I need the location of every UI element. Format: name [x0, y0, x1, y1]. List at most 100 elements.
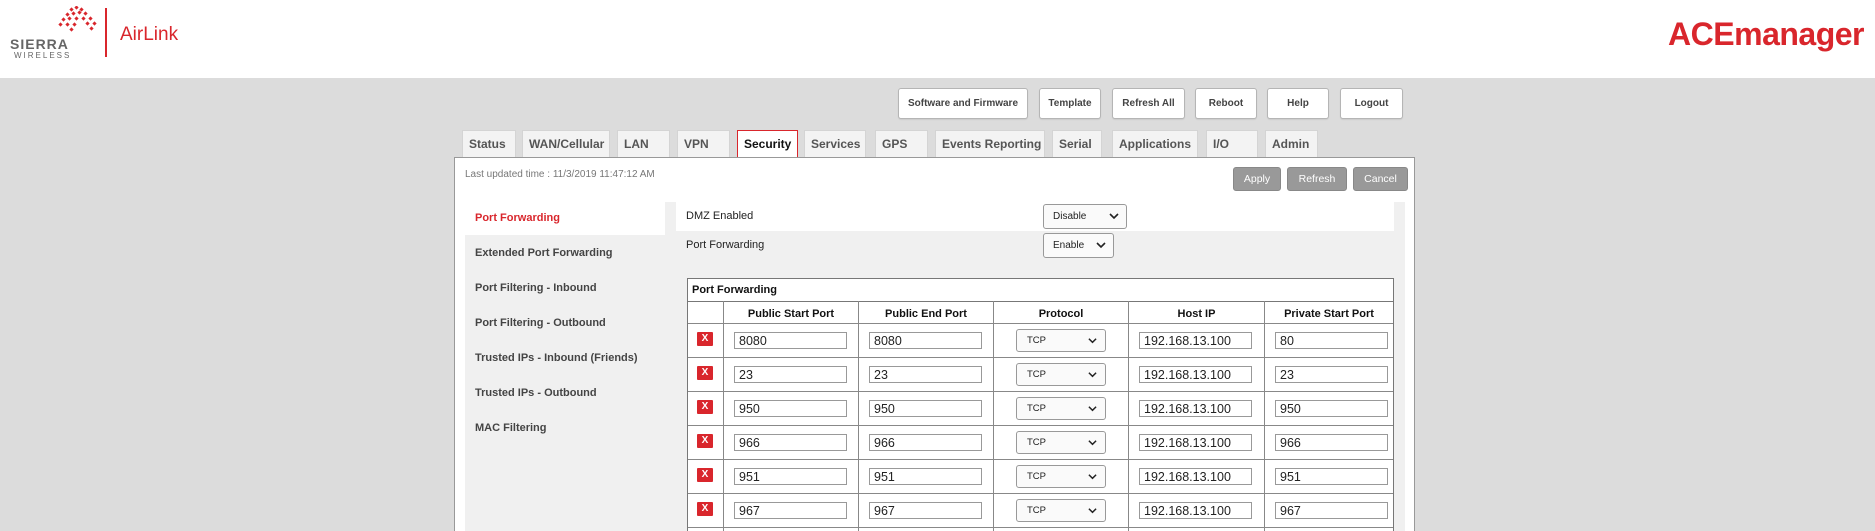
- sidebar-item-port-forwarding[interactable]: Port Forwarding: [465, 202, 665, 235]
- last-updated-text: Last updated time : 11/3/2019 11:47:12 A…: [465, 169, 655, 180]
- private-start-port-input[interactable]: 80: [1275, 332, 1388, 349]
- apply-button[interactable]: Apply: [1233, 167, 1281, 191]
- host-ip-input[interactable]: 192.168.13.100: [1139, 400, 1252, 417]
- divider: [688, 357, 1393, 358]
- help-button[interactable]: Help: [1267, 88, 1329, 119]
- sidebar-item-trusted-ips-inbound[interactable]: Trusted IPs - Inbound (Friends): [465, 342, 665, 375]
- delete-row-button[interactable]: X: [697, 400, 713, 414]
- protocol-select[interactable]: TCP: [1016, 363, 1106, 386]
- tab-io[interactable]: I/O: [1206, 130, 1258, 157]
- app-logo: ACEmanager: [1668, 16, 1864, 52]
- tab-services[interactable]: Services: [804, 130, 866, 157]
- tab-lan[interactable]: LAN: [617, 130, 670, 157]
- sidebar-item-port-filtering-outbound[interactable]: Port Filtering - Outbound: [465, 307, 665, 340]
- company-subname: WIRELESS: [14, 51, 72, 60]
- tab-serial[interactable]: Serial: [1052, 130, 1102, 157]
- private-start-port-input[interactable]: 23: [1275, 366, 1388, 383]
- security-panel: Last updated time : 11/3/2019 11:47:12 A…: [454, 157, 1415, 531]
- protocol-select[interactable]: TCP: [1016, 465, 1106, 488]
- tab-wan-cellular[interactable]: WAN/Cellular: [522, 130, 610, 157]
- chevron-down-icon: [1109, 213, 1119, 220]
- chevron-down-icon: [1088, 474, 1097, 480]
- tab-vpn[interactable]: VPN: [677, 130, 730, 157]
- public-start-port-input[interactable]: 966: [734, 434, 847, 451]
- table-caption: Port Forwarding: [692, 284, 777, 296]
- sierra-wave-icon: [58, 6, 97, 32]
- tab-applications[interactable]: Applications: [1112, 130, 1198, 157]
- public-end-port-input[interactable]: 23: [869, 366, 982, 383]
- protocol-value: TCP: [1027, 335, 1046, 346]
- protocol-select[interactable]: TCP: [1016, 397, 1106, 420]
- sierra-wireless-logo: SIERRA WIRELESS: [8, 6, 98, 60]
- public-start-port-input[interactable]: 951: [734, 468, 847, 485]
- host-ip-input[interactable]: 192.168.13.100: [1139, 434, 1252, 451]
- divider: [688, 527, 1393, 528]
- port-forwarding-label: Port Forwarding: [686, 239, 765, 251]
- col-public-start-port: Public Start Port: [747, 308, 835, 320]
- host-ip-input[interactable]: 192.168.13.100: [1139, 366, 1252, 383]
- public-end-port-input[interactable]: 950: [869, 400, 982, 417]
- tab-admin[interactable]: Admin: [1265, 130, 1318, 157]
- delete-row-button[interactable]: X: [697, 502, 713, 516]
- public-start-port-input[interactable]: 23: [734, 366, 847, 383]
- delete-row-button[interactable]: X: [697, 434, 713, 448]
- divider: [688, 425, 1393, 426]
- software-firmware-button[interactable]: Software and Firmware: [898, 88, 1028, 119]
- sidebar-item-mac-filtering[interactable]: MAC Filtering: [465, 412, 665, 445]
- protocol-select[interactable]: TCP: [1016, 329, 1106, 352]
- private-start-port-input[interactable]: 950: [1275, 400, 1388, 417]
- private-start-port-input[interactable]: 951: [1275, 468, 1388, 485]
- private-start-port-input[interactable]: 966: [1275, 434, 1388, 451]
- app-header: SIERRA WIRELESS AirLink ACEmanager: [0, 0, 1875, 78]
- protocol-value: TCP: [1027, 471, 1046, 482]
- template-button[interactable]: Template: [1039, 88, 1101, 119]
- logo-divider: [105, 8, 107, 57]
- host-ip-input[interactable]: 192.168.13.100: [1139, 332, 1252, 349]
- tab-events-reporting[interactable]: Events Reporting: [935, 130, 1045, 157]
- host-ip-input[interactable]: 192.168.13.100: [1139, 468, 1252, 485]
- protocol-select[interactable]: TCP: [1016, 499, 1106, 522]
- public-start-port-input[interactable]: 8080: [734, 332, 847, 349]
- port-forwarding-value: Enable: [1053, 240, 1085, 251]
- chevron-down-icon: [1088, 338, 1097, 344]
- refresh-all-button[interactable]: Refresh All: [1112, 88, 1185, 119]
- divider: [688, 459, 1393, 460]
- port-forwarding-row: Port Forwarding Enable: [676, 231, 1394, 260]
- tab-gps[interactable]: GPS: [875, 130, 928, 157]
- divider: [1264, 301, 1265, 531]
- sidebar-item-port-filtering-inbound[interactable]: Port Filtering - Inbound: [465, 272, 665, 305]
- public-end-port-input[interactable]: 8080: [869, 332, 982, 349]
- col-private-start-port: Private Start Port: [1284, 308, 1374, 320]
- logout-button[interactable]: Logout: [1340, 88, 1403, 119]
- divider: [1128, 301, 1129, 531]
- dmz-enabled-select[interactable]: Disable: [1043, 204, 1127, 229]
- refresh-button[interactable]: Refresh: [1287, 167, 1347, 191]
- public-end-port-input[interactable]: 951: [869, 468, 982, 485]
- delete-row-button[interactable]: X: [697, 366, 713, 380]
- protocol-value: TCP: [1027, 505, 1046, 516]
- tab-status[interactable]: Status: [462, 130, 516, 157]
- public-start-port-input[interactable]: 967: [734, 502, 847, 519]
- reboot-button[interactable]: Reboot: [1195, 88, 1257, 119]
- private-start-port-input[interactable]: 967: [1275, 502, 1388, 519]
- public-start-port-input[interactable]: 950: [734, 400, 847, 417]
- divider: [858, 301, 859, 531]
- dmz-enabled-value: Disable: [1053, 211, 1087, 222]
- public-end-port-input[interactable]: 967: [869, 502, 982, 519]
- product-name: AirLink: [120, 24, 179, 45]
- protocol-select[interactable]: TCP: [1016, 431, 1106, 454]
- company-name: SIERRA: [10, 36, 69, 52]
- tab-security[interactable]: Security: [737, 130, 798, 158]
- divider: [688, 323, 1393, 324]
- sidebar-item-trusted-ips-outbound[interactable]: Trusted IPs - Outbound: [465, 377, 665, 410]
- host-ip-input[interactable]: 192.168.13.100: [1139, 502, 1252, 519]
- cancel-button[interactable]: Cancel: [1353, 167, 1408, 191]
- dmz-enabled-label: DMZ Enabled: [686, 210, 754, 222]
- sidebar-item-extended-port-forwarding[interactable]: Extended Port Forwarding: [465, 237, 665, 270]
- delete-row-button[interactable]: X: [697, 468, 713, 482]
- dmz-enabled-row: DMZ Enabled Disable: [676, 202, 1394, 231]
- delete-row-button[interactable]: X: [697, 332, 713, 346]
- port-forwarding-select[interactable]: Enable: [1043, 233, 1114, 258]
- col-protocol: Protocol: [1038, 308, 1084, 320]
- public-end-port-input[interactable]: 966: [869, 434, 982, 451]
